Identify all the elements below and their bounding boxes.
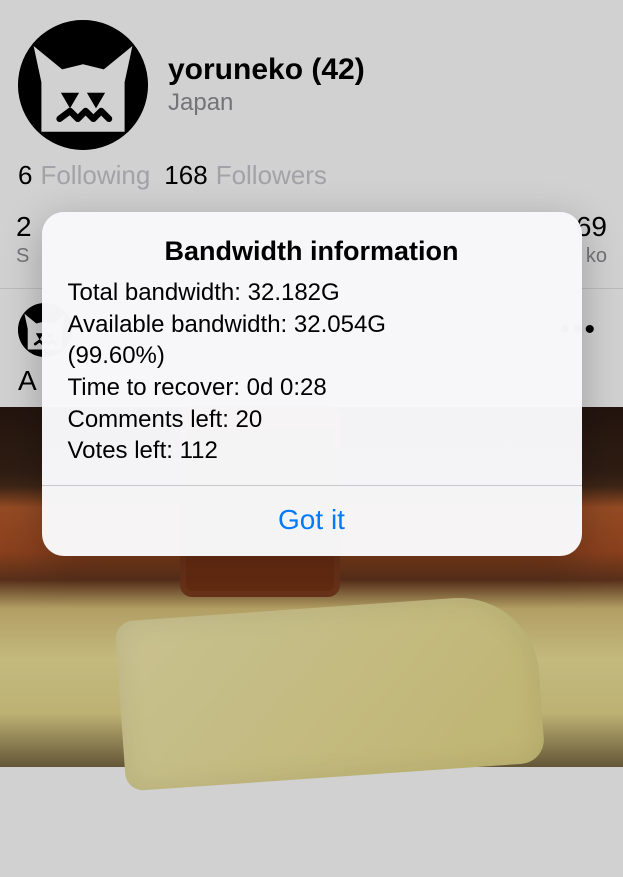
alert-line-comments: Comments left: 20	[68, 404, 556, 436]
alert-body: Bandwidth information Total bandwidth: 3…	[42, 212, 582, 485]
alert-line-recover: Time to recover: 0d 0:28	[68, 372, 556, 404]
alert-text: Total bandwidth: 32.182G Available bandw…	[68, 277, 556, 467]
got-it-button[interactable]: Got it	[42, 486, 582, 556]
alert-line-available: Available bandwidth: 32.054G	[68, 309, 556, 341]
alert-line-percent: (99.60%)	[68, 340, 556, 372]
bandwidth-alert: Bandwidth information Total bandwidth: 3…	[42, 212, 582, 556]
alert-title: Bandwidth information	[68, 236, 556, 267]
alert-line-votes: Votes left: 112	[68, 435, 556, 467]
alert-line-total: Total bandwidth: 32.182G	[68, 277, 556, 309]
page-root: yoruneko (42) Japan 6 Following 168 Foll…	[0, 0, 623, 877]
